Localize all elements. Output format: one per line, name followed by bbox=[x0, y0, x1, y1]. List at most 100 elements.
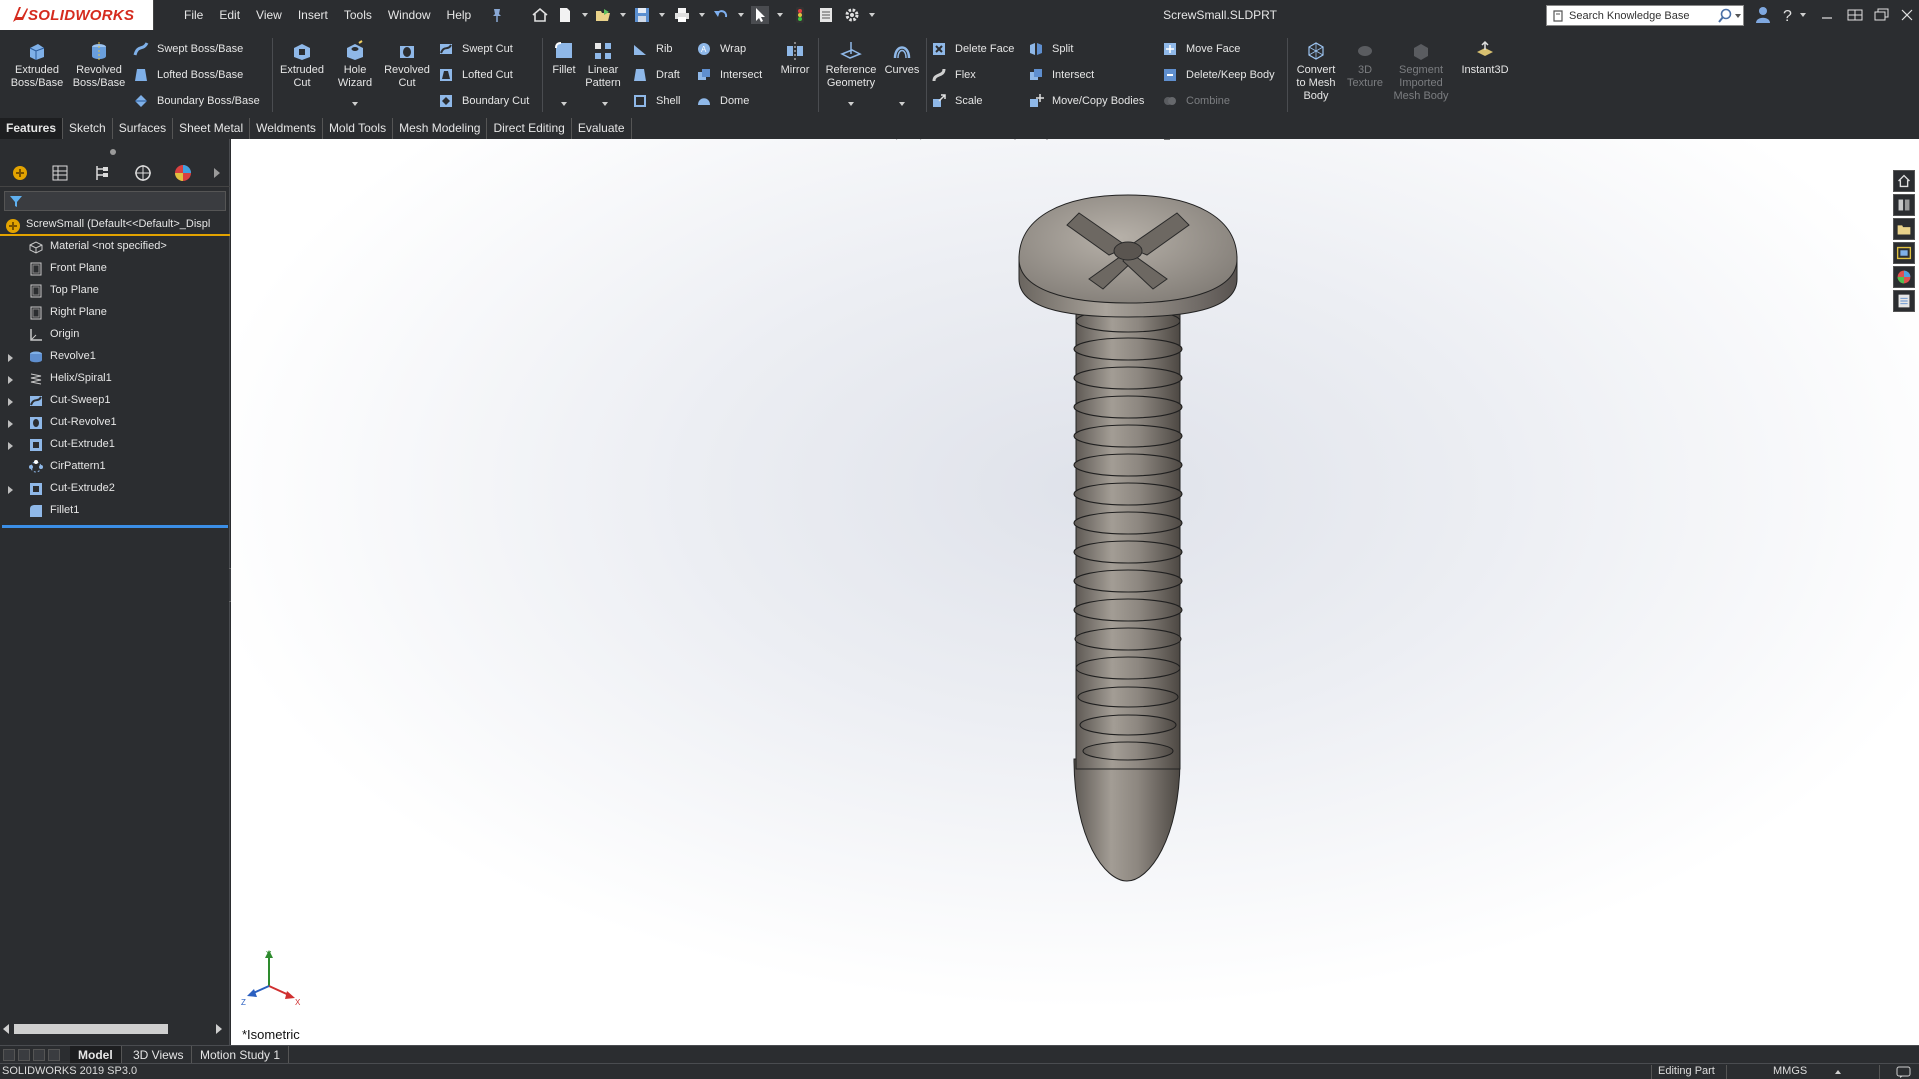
expand-arrow-icon[interactable] bbox=[8, 420, 13, 428]
tree-item-fillet1[interactable]: Fillet1 bbox=[0, 500, 230, 522]
solidworks-resources-icon[interactable] bbox=[1893, 170, 1915, 192]
custom-properties-icon[interactable] bbox=[1893, 290, 1915, 312]
undo-dropdown-icon[interactable] bbox=[738, 13, 744, 17]
tree-item-origin[interactable]: Origin bbox=[0, 324, 230, 346]
dimxpert-manager-tab-icon[interactable] bbox=[133, 163, 153, 183]
menu-view[interactable]: View bbox=[248, 0, 290, 30]
curves-button[interactable]: Curves bbox=[882, 40, 922, 77]
scrollbar-thumb[interactable] bbox=[14, 1024, 168, 1034]
tab-model[interactable]: Model bbox=[70, 1046, 122, 1064]
unit-system-button[interactable]: MMGS bbox=[1773, 1065, 1807, 1077]
undo-icon[interactable] bbox=[712, 6, 730, 24]
options-icon[interactable] bbox=[843, 6, 861, 24]
horizontal-scrollbar[interactable] bbox=[0, 1021, 228, 1037]
curves-dropdown-icon[interactable] bbox=[899, 102, 905, 106]
tab-mold-tools[interactable]: Mold Tools bbox=[322, 118, 394, 139]
search-icon[interactable] bbox=[1717, 8, 1733, 24]
tab-weldments[interactable]: Weldments bbox=[250, 118, 323, 139]
tree-item-top-plane[interactable]: Top Plane bbox=[0, 280, 230, 302]
zoom-to-area-icon[interactable] bbox=[918, 139, 936, 141]
scroll-right-icon[interactable] bbox=[216, 1024, 222, 1034]
linear-pattern-dropdown-icon[interactable] bbox=[602, 102, 608, 106]
configuration-manager-tab-icon[interactable] bbox=[92, 163, 112, 183]
print-icon[interactable] bbox=[673, 6, 691, 24]
rebuild-icon[interactable] bbox=[791, 6, 809, 24]
search-box[interactable] bbox=[1546, 5, 1744, 26]
expand-arrow-icon[interactable] bbox=[8, 398, 13, 406]
print-dropdown-icon[interactable] bbox=[699, 13, 705, 17]
reference-geometry-dropdown-icon[interactable] bbox=[848, 102, 854, 106]
tile-windows-icon[interactable] bbox=[1844, 4, 1866, 26]
view-orientation-icon[interactable] bbox=[1006, 139, 1024, 141]
select-icon[interactable] bbox=[751, 6, 769, 24]
tree-item-front-plane[interactable]: Front Plane bbox=[0, 258, 230, 280]
tree-item-revolve1[interactable]: Revolve1 bbox=[0, 346, 230, 368]
tab-direct-editing[interactable]: Direct Editing bbox=[487, 118, 572, 139]
tree-item-cirpattern1[interactable]: CirPattern1 bbox=[0, 456, 230, 478]
design-library-icon[interactable] bbox=[1893, 194, 1915, 216]
rollback-bar[interactable] bbox=[2, 525, 228, 528]
fillet-button[interactable]: Fillet bbox=[547, 40, 581, 77]
appearances-icon[interactable] bbox=[1893, 266, 1915, 288]
tab-3d-views[interactable]: 3D Views bbox=[125, 1046, 193, 1064]
3d-texture-button[interactable]: 3D Texture bbox=[1344, 40, 1386, 90]
new-dropdown-icon[interactable] bbox=[582, 13, 588, 17]
pin-menu-icon[interactable] bbox=[488, 6, 506, 24]
scroll-left-icon[interactable] bbox=[3, 1024, 9, 1034]
feature-tree-tab-icon[interactable] bbox=[10, 163, 30, 183]
expand-arrow-icon[interactable] bbox=[8, 442, 13, 450]
feature-tree-filter[interactable] bbox=[4, 191, 226, 211]
tree-item-cut-extrude1[interactable]: Cut-Extrude1 bbox=[0, 434, 230, 456]
property-manager-tab-icon[interactable] bbox=[50, 163, 70, 183]
last-tab-icon[interactable] bbox=[48, 1049, 60, 1061]
new-document-icon[interactable] bbox=[556, 6, 574, 24]
menu-window[interactable]: Window bbox=[380, 0, 439, 30]
solidworks-logo[interactable]: SOLIDWORKS bbox=[0, 0, 154, 30]
open-icon[interactable] bbox=[594, 6, 612, 24]
graphics-area[interactable]: Y X Z *Isometric bbox=[231, 139, 1919, 1045]
first-tab-icon[interactable] bbox=[3, 1049, 15, 1061]
tree-item-helix-spiral1[interactable]: Helix/Spiral1 bbox=[0, 368, 230, 390]
user-icon[interactable] bbox=[1752, 4, 1774, 26]
menu-insert[interactable]: Insert bbox=[290, 0, 336, 30]
edit-appearance-icon[interactable] bbox=[1102, 139, 1120, 141]
mirror-button[interactable]: Mirror bbox=[775, 40, 815, 77]
save-dropdown-icon[interactable] bbox=[659, 13, 665, 17]
panel-splitter-handle[interactable] bbox=[110, 149, 116, 155]
view-settings-icon[interactable] bbox=[1158, 139, 1176, 141]
open-dropdown-icon[interactable] bbox=[620, 13, 626, 17]
menu-tools[interactable]: Tools bbox=[336, 0, 380, 30]
tree-item-cut-revolve1[interactable]: Cut-Revolve1 bbox=[0, 412, 230, 434]
expand-arrow-icon[interactable] bbox=[8, 354, 13, 362]
screw-model[interactable] bbox=[231, 139, 1919, 1045]
menu-help[interactable]: Help bbox=[439, 0, 480, 30]
hole-wizard-button[interactable]: Hole Wizard bbox=[330, 40, 380, 90]
segment-imported-mesh-body-button[interactable]: Segment Imported Mesh Body bbox=[1390, 40, 1452, 103]
file-properties-icon[interactable] bbox=[817, 6, 835, 24]
reference-geometry-button[interactable]: Reference Geometry bbox=[822, 40, 880, 90]
options-dropdown-icon[interactable] bbox=[869, 13, 875, 17]
tree-item-material[interactable]: Material <not specified> bbox=[0, 236, 230, 258]
menu-edit[interactable]: Edit bbox=[211, 0, 248, 30]
next-tab-icon[interactable] bbox=[33, 1049, 45, 1061]
minimize-icon[interactable] bbox=[1816, 4, 1838, 26]
display-style-icon[interactable] bbox=[1038, 139, 1056, 141]
previous-tab-icon[interactable] bbox=[18, 1049, 30, 1061]
hole-wizard-dropdown-icon[interactable] bbox=[352, 102, 358, 106]
tree-item-cut-sweep1[interactable]: Cut-Sweep1 bbox=[0, 390, 230, 412]
tab-evaluate[interactable]: Evaluate bbox=[571, 118, 632, 139]
zoom-to-fit-icon[interactable] bbox=[894, 139, 912, 141]
tab-sketch[interactable]: Sketch bbox=[63, 118, 113, 139]
search-dropdown-icon[interactable] bbox=[1735, 14, 1741, 18]
revolved-cut-button[interactable]: Revolved Cut bbox=[380, 40, 434, 90]
save-icon[interactable] bbox=[633, 6, 651, 24]
fillet-dropdown-icon[interactable] bbox=[561, 102, 567, 106]
instant3d-button[interactable]: Instant3D bbox=[1455, 40, 1515, 77]
convert-to-mesh-body-button[interactable]: Convert to Mesh Body bbox=[1290, 40, 1342, 103]
notifications-icon[interactable] bbox=[1896, 1065, 1912, 1079]
apply-scene-icon[interactable] bbox=[1124, 139, 1142, 141]
more-tabs-icon[interactable] bbox=[214, 168, 220, 178]
extruded-boss-base-button[interactable]: Extruded Boss/Base bbox=[8, 40, 66, 90]
unit-system-dropdown-icon[interactable] bbox=[1835, 1070, 1841, 1074]
view-palette-icon[interactable] bbox=[1893, 242, 1915, 264]
